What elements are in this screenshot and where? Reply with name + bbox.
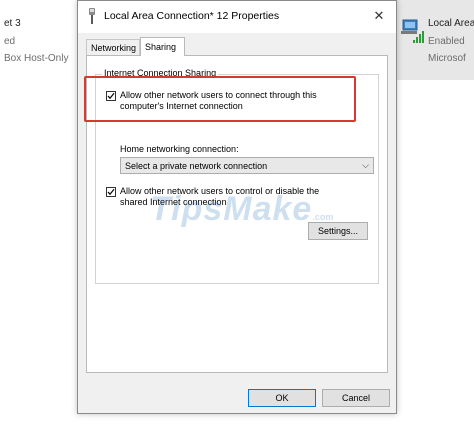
allow-control-checkbox[interactable] [106, 187, 116, 197]
watermark-suffix: .com [312, 212, 334, 222]
chevron-down-icon: ⌵ [362, 160, 369, 170]
home-networking-label: Home networking connection: [120, 144, 239, 154]
cancel-button[interactable]: Cancel [322, 389, 390, 407]
tab-sharing[interactable]: Sharing [140, 37, 185, 56]
home-networking-select-value: Select a private network connection [125, 161, 268, 171]
bg-left-line2: ed [4, 36, 16, 47]
network-cable-icon [89, 8, 95, 24]
bg-left-line3: Box Host-Only [4, 53, 69, 64]
background-adapter-selected[interactable]: Local Area Enabled Microsof [397, 0, 474, 80]
background-window-left: et 3 ed Box Host-Only [0, 0, 78, 428]
checkmark-icon [107, 188, 115, 196]
watermark-text: TipsMake [150, 190, 313, 228]
dialog-titlebar[interactable]: Local Area Connection* 12 Properties ✕ [78, 1, 396, 33]
network-adapter-icon [401, 19, 424, 43]
dialog-title: Local Area Connection* 12 Properties [104, 10, 280, 22]
tab-bar: Networking Sharing [86, 37, 388, 56]
ok-button[interactable]: OK [248, 389, 316, 407]
close-button[interactable]: ✕ [368, 6, 390, 26]
bg-right-status: Enabled [428, 36, 465, 47]
watermark-logo: TipsMake.com [150, 190, 333, 229]
bg-right-device: Microsof [428, 53, 466, 64]
background-window-right [397, 80, 474, 428]
bg-right-name: Local Area [428, 18, 474, 29]
bg-left-line1: et 3 [4, 18, 21, 29]
home-networking-select[interactable]: Select a private network connection ⌵ [120, 157, 374, 174]
annotation-highlight-box [84, 76, 356, 122]
tab-networking[interactable]: Networking [86, 39, 140, 55]
